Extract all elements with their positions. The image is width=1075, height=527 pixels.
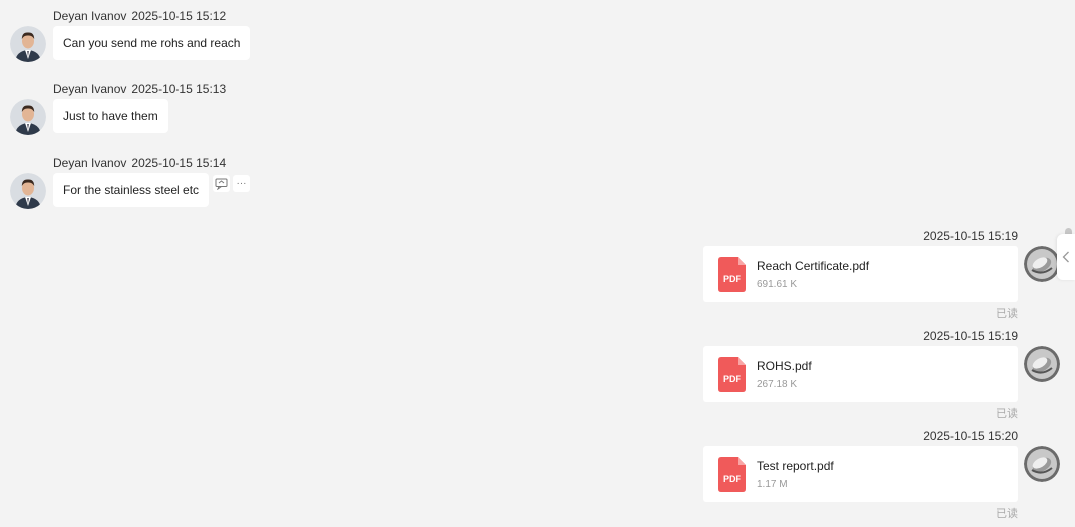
sender-name[interactable]: Deyan Ivanov (53, 156, 126, 170)
collapse-panel-button[interactable] (1057, 234, 1075, 280)
svg-text:PDF: PDF (723, 274, 742, 284)
avatar[interactable] (1024, 446, 1060, 482)
svg-text:PDF: PDF (723, 374, 742, 384)
pdf-file-icon: PDF (718, 257, 746, 292)
message-bubble[interactable]: For the stainless steel etc (53, 173, 210, 207)
file-size: 691.61 K (757, 279, 798, 290)
file-name[interactable]: ROHS.pdf (757, 359, 812, 373)
message-meta: Deyan Ivanov 2025-10-15 15:13 (53, 82, 226, 96)
message-time: 2025-10-15 15:20 (923, 429, 1018, 443)
file-name[interactable]: Test report.pdf (757, 459, 834, 473)
message-bubble[interactable]: Just to have them (53, 99, 168, 133)
file-card[interactable]: PDF Reach Certificate.pdf 691.61 K (703, 246, 1018, 302)
read-status: 已读 (996, 308, 1018, 320)
message-bubble[interactable]: Can you send me rohs and reach (53, 26, 251, 60)
read-status: 已读 (996, 408, 1018, 420)
file-size: 267.18 K (757, 379, 798, 390)
pdf-file-icon: PDF (718, 357, 746, 392)
avatar[interactable] (10, 26, 46, 62)
chevron-left-icon (1062, 251, 1069, 263)
quote-reply-icon[interactable] (213, 175, 230, 192)
read-status: 已读 (996, 508, 1018, 520)
avatar[interactable] (10, 173, 46, 209)
sender-name[interactable]: Deyan Ivanov (53, 82, 126, 96)
file-card[interactable]: PDF Test report.pdf 1.17 M (703, 446, 1018, 502)
avatar[interactable] (10, 99, 46, 135)
message-time: 2025-10-15 15:19 (923, 229, 1018, 243)
sender-name[interactable]: Deyan Ivanov (53, 9, 126, 23)
svg-text:PDF: PDF (723, 474, 742, 484)
message-time: 2025-10-15 15:14 (131, 156, 227, 170)
message-meta: Deyan Ivanov 2025-10-15 15:14 (53, 156, 226, 170)
message-hover-tools: ··· (213, 175, 250, 192)
message-time: 2025-10-15 15:13 (131, 82, 227, 96)
file-card[interactable]: PDF ROHS.pdf 267.18 K (703, 346, 1018, 402)
pdf-file-icon: PDF (718, 457, 746, 492)
avatar[interactable] (1024, 246, 1060, 282)
message-time: 2025-10-15 15:12 (131, 9, 227, 23)
more-icon[interactable]: ··· (233, 175, 250, 192)
message-meta: Deyan Ivanov 2025-10-15 15:12 (53, 9, 226, 23)
file-name[interactable]: Reach Certificate.pdf (757, 259, 869, 273)
message-time: 2025-10-15 15:19 (923, 329, 1018, 343)
file-size: 1.17 M (757, 479, 788, 490)
avatar[interactable] (1024, 346, 1060, 382)
